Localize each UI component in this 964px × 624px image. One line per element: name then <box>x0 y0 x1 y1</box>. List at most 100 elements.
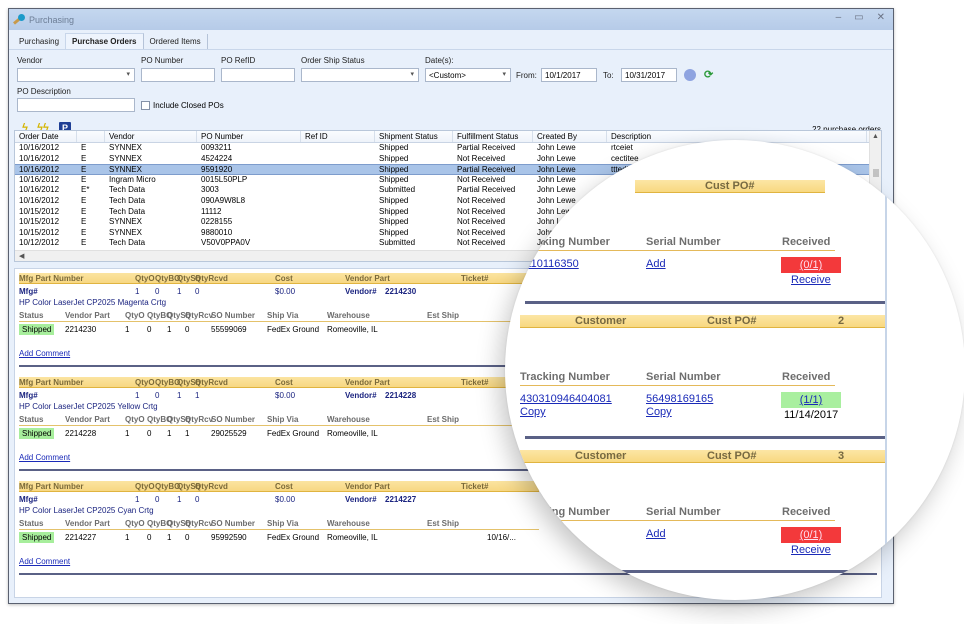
received-status-badge[interactable]: (1/1) <box>781 392 841 408</box>
cell-ref-id <box>301 196 375 207</box>
receive-link[interactable]: Receive <box>791 274 831 286</box>
close-button[interactable]: ✕ <box>877 12 885 23</box>
window-title: Purchasing <box>29 14 75 25</box>
customer-header: Customer Cust PO# 3 <box>520 450 885 463</box>
shipment-header-cell: Ship Via <box>267 519 299 528</box>
dates-select[interactable]: <Custom> <box>425 68 511 82</box>
checkbox-box[interactable] <box>141 101 150 110</box>
cell-flag: E <box>81 227 87 237</box>
received-date: 11/14/2017 <box>784 409 839 421</box>
est-ship <box>427 533 487 542</box>
item-mfg-row: Mfg# 1 0 1 1 $0.00 Vendor# 2214228 <box>19 391 416 400</box>
shipment-qty-ordered: 1 <box>125 429 130 438</box>
add-comment-link[interactable]: Add Comment <box>19 349 70 358</box>
item-description: HP Color LaserJet CP2025 Yellow Crtg <box>19 402 158 411</box>
col-order-date[interactable]: Order Date <box>15 131 77 142</box>
customer-label: Customer <box>575 450 627 462</box>
shipment-header-cell: QtySh <box>167 519 191 528</box>
warehouse: Romeoville, IL <box>327 325 378 334</box>
include-closed-pos-checkbox[interactable]: Include Closed POs <box>141 101 224 110</box>
serial-number-link[interactable]: Add <box>646 258 666 270</box>
tracking-number-link[interactable]: 1110116350 <box>520 258 579 270</box>
section-index: 2 <box>838 315 845 327</box>
col-po-number[interactable]: PO Number <box>197 131 301 142</box>
shipment-qty-received: 0 <box>185 325 190 334</box>
item-description: HP Color LaserJet CP2025 Cyan Crtg <box>19 506 154 515</box>
tab-purchase-orders[interactable]: Purchase Orders <box>65 33 144 49</box>
tracking-number-link[interactable]: 430310946404081 <box>520 393 612 405</box>
cell-order-date: 10/15/2012 <box>19 227 60 237</box>
cust-po-label: Cust PO# <box>705 180 755 192</box>
title-bar: Purchasing – ▭ ✕ <box>9 9 893 30</box>
received-count-link[interactable]: (0/1) <box>800 259 823 271</box>
so-number: 29025529 <box>211 429 247 438</box>
po-description-label: PO Description <box>17 87 71 96</box>
serial-number-link[interactable]: 56498169165 <box>646 393 713 405</box>
to-date-input[interactable]: 10/31/2017 <box>621 68 677 82</box>
received-status-badge[interactable]: (0/1) <box>781 527 841 543</box>
shipment-header-cell: QtyRcv <box>185 519 214 528</box>
tab-ordered-items[interactable]: Ordered Items <box>144 34 208 49</box>
receive-link[interactable]: Receive <box>791 544 831 556</box>
scroll-left-arrow-icon[interactable]: ◀ <box>15 253 24 260</box>
shipment-header: Status Vendor Part QtyO QtyBO QtySh QtyRcv SO … <box>19 415 539 426</box>
po-number-input[interactable] <box>141 68 215 82</box>
qty-received: 1 <box>195 391 200 400</box>
cell-order-date: 10/16/2012 <box>19 153 60 163</box>
serial-copy-link[interactable]: Copy <box>646 406 672 418</box>
received-count-link[interactable]: (1/1) <box>800 394 823 406</box>
col-flag[interactable] <box>77 131 105 142</box>
col-ref-id[interactable]: Ref ID <box>301 131 375 142</box>
order-ship-status-select[interactable] <box>301 68 419 82</box>
cell-shipment-status: Submitted <box>379 238 416 248</box>
customer-header: Cust PO# <box>635 180 825 193</box>
search-go-icon[interactable] <box>684 69 696 81</box>
cost: $0.00 <box>275 391 296 400</box>
shipment-header-cell: Est Ship <box>427 311 460 320</box>
po-refid-input[interactable] <box>221 68 295 82</box>
cell-order-date: 10/12/2012 <box>19 238 60 248</box>
magnifier-separator <box>565 570 865 573</box>
col-vendor[interactable]: Vendor <box>105 131 197 142</box>
received-status-badge[interactable]: (0/1) <box>781 257 841 273</box>
shipment-header-cell: SO Number <box>211 415 256 424</box>
refresh-icon[interactable]: ⟳ <box>704 68 713 81</box>
minimize-button[interactable]: – <box>836 12 842 23</box>
po-description-input[interactable] <box>17 98 135 112</box>
cell-order-date: 10/15/2012 <box>19 217 60 227</box>
po-number-label: PO Number <box>141 56 184 65</box>
add-comment-link[interactable]: Add Comment <box>19 453 70 462</box>
item-header-cell: QtySh <box>177 378 201 387</box>
item-header-cell: QtySh <box>177 274 201 283</box>
received-count-link[interactable]: (0/1) <box>800 529 823 541</box>
shipment-header-cell: Status <box>19 519 44 528</box>
tracking-number-link[interactable]: 169371 <box>520 528 557 540</box>
warehouse: Romeoville, IL <box>327 429 378 438</box>
cell-vendor: SYNNEX <box>109 153 142 163</box>
shipment-header-cell: Est Ship <box>427 519 460 528</box>
dates-label: Date(s): <box>425 56 454 65</box>
item-header-cell: Ticket# <box>461 274 489 283</box>
vendor-select[interactable] <box>17 68 135 82</box>
shipment-qty-received: 1 <box>185 429 190 438</box>
shipment-header-cell: QtyRcv <box>185 415 214 424</box>
cell-ref-id <box>301 217 375 228</box>
cust-po-label: Cust PO# <box>707 315 757 327</box>
item-header-cell: Vendor Part <box>345 482 390 491</box>
qty-backordered: 0 <box>155 287 160 296</box>
serial-number-link[interactable]: Add <box>646 528 666 540</box>
shipment-qty-shipped: 1 <box>167 533 172 542</box>
shipment-header-cell: QtySh <box>167 415 191 424</box>
from-date-input[interactable]: 10/1/2017 <box>541 68 597 82</box>
cell-po-number: 11112 <box>201 206 222 216</box>
tab-purchasing[interactable]: Purchasing <box>13 34 65 49</box>
add-comment-link[interactable]: Add Comment <box>19 557 70 566</box>
cell-ref-id <box>301 154 375 165</box>
est-ship <box>427 325 487 334</box>
cell-flag: E <box>81 238 87 248</box>
shipment-header-cell: SO Number <box>211 311 256 320</box>
col-shipment-status[interactable]: Shipment Status <box>375 131 453 142</box>
tracking-copy-link[interactable]: Copy <box>520 406 546 418</box>
maximize-button[interactable]: ▭ <box>854 12 863 23</box>
item-description: HP Color LaserJet CP2025 Magenta Crtg <box>19 298 167 307</box>
